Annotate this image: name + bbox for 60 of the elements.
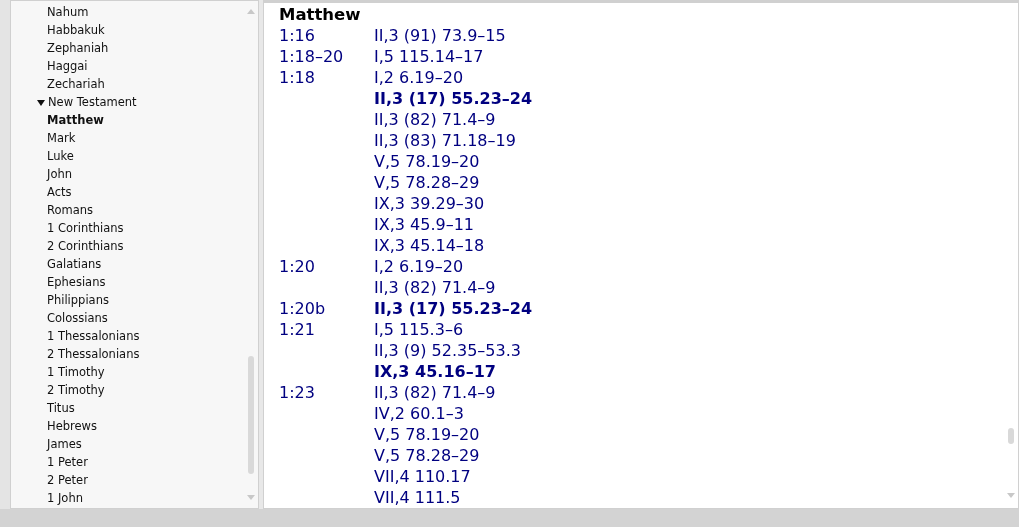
book-item[interactable]: 1 Timothy — [47, 365, 105, 379]
book-item[interactable]: Romans — [47, 203, 94, 217]
page-reference: II,3 (17) 55.23–24 — [374, 89, 533, 108]
verse-reference: 1:21 — [279, 320, 315, 339]
book-item[interactable]: Luke — [47, 149, 74, 163]
book-item[interactable]: 1 Peter — [47, 455, 88, 469]
page-reference: II,3 (82) 71.4–9 — [374, 110, 496, 129]
verse-reference: 1:18 — [279, 68, 315, 87]
book-item[interactable]: Hebrews — [47, 419, 97, 433]
page-reference: II,3 (83) 71.18–19 — [374, 131, 516, 150]
page-reference: II,3 (9) 52.35–53.3 — [374, 341, 521, 360]
page-reference: I,5 115.3–6 — [374, 320, 464, 339]
caret-icon[interactable] — [37, 99, 45, 106]
book-item[interactable]: James — [47, 437, 82, 451]
page-reference: IX,3 45.9–11 — [374, 215, 474, 234]
book-item[interactable]: Ephesians — [47, 275, 106, 289]
page-reference: VII,4 110.17 — [374, 467, 471, 486]
page-reference: VII,4 111.5 — [374, 488, 461, 507]
page-reference: IV,2 60.1–3 — [374, 404, 464, 423]
verse-reference: 1:23 — [279, 383, 315, 402]
page-reference: IX,3 39.29–30 — [374, 194, 485, 213]
book-item[interactable]: Nahum — [47, 5, 89, 19]
book-item[interactable]: Habbakuk — [47, 23, 105, 37]
page-reference: I,2 6.19–20 — [374, 68, 464, 87]
page-reference: V,5 78.28–29 — [374, 446, 480, 465]
book-item[interactable]: Zechariah — [47, 77, 105, 91]
page-reference: I,2 6.19–20 — [374, 257, 464, 276]
book-item[interactable]: Titus — [47, 401, 75, 415]
book-item[interactable]: Zephaniah — [47, 41, 109, 55]
book-item[interactable]: Galatians — [47, 257, 102, 271]
verse-reference: 1:20 — [279, 257, 315, 276]
page-reference: II,3 (82) 71.4–9 — [374, 278, 496, 297]
book-item[interactable]: 2 Thessalonians — [47, 347, 140, 361]
verse-reference: 1:16 — [279, 26, 315, 45]
verse-reference: 1:20b — [279, 299, 326, 318]
book-item[interactable]: Mark — [47, 131, 76, 145]
book-title: Matthew — [279, 5, 361, 24]
page-reference: II,3 (91) 73.9–15 — [374, 26, 506, 45]
book-item[interactable]: Acts — [47, 185, 72, 199]
verse-reference: 1:18–20 — [279, 47, 344, 66]
page-reference: II,3 (82) 71.4–9 — [374, 383, 496, 402]
book-item[interactable]: 2 Corinthians — [47, 239, 124, 253]
page-reference: V,5 78.19–20 — [374, 425, 480, 444]
page-reference: V,5 78.19–20 — [374, 152, 480, 171]
book-item[interactable]: 2 Timothy — [47, 383, 105, 397]
book-item[interactable]: 1 Corinthians — [47, 221, 124, 235]
page-reference: V,5 78.28–29 — [374, 173, 480, 192]
book-item[interactable]: Haggai — [47, 59, 88, 73]
book-item[interactable]: 1 Thessalonians — [47, 329, 140, 343]
book-item[interactable]: Philippians — [47, 293, 109, 307]
page-reference: II,3 (17) 55.23–24 — [374, 299, 533, 318]
book-item[interactable]: 2 Peter — [47, 473, 88, 487]
page-reference: IX,3 45.14–18 — [374, 236, 485, 255]
book-item[interactable]: Colossians — [47, 311, 108, 325]
page-reference: I,5 115.14–17 — [374, 47, 484, 66]
book-item[interactable]: John — [47, 167, 72, 181]
page-reference: IX,3 45.16–17 — [374, 362, 496, 381]
tree-group-label[interactable]: New Testament — [48, 95, 137, 109]
book-item[interactable]: Matthew — [47, 113, 104, 127]
book-item[interactable]: 1 John — [47, 491, 83, 505]
